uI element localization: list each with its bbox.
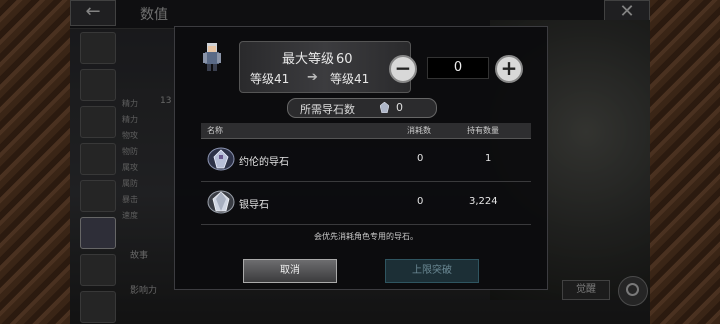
character-stone-icon bbox=[207, 147, 235, 171]
col-owned-header: 持有数量 bbox=[467, 126, 499, 135]
stone-owned: 1 bbox=[485, 153, 492, 164]
stone-name: 银导石 bbox=[239, 200, 269, 211]
silver-stone-icon bbox=[207, 190, 235, 214]
stone-name: 约伦的导石 bbox=[239, 157, 289, 168]
stone-consume: 0 bbox=[417, 196, 424, 207]
required-stones-count: 0 bbox=[396, 101, 403, 114]
table-row: 约伦的导石 0 1 bbox=[201, 139, 531, 182]
col-consume-header: 消耗数 bbox=[407, 126, 431, 135]
limit-break-button[interactable]: 上限突破 bbox=[385, 259, 479, 283]
table-row: 银导石 0 3,224 bbox=[201, 182, 531, 225]
level-panel: 最大等级 60 等级41 ➔ 等级41 bbox=[239, 41, 411, 93]
stone-table: 名称 消耗数 持有数量 约伦的导石 0 1 银导石 0 3,224 会优先消耗角… bbox=[201, 123, 531, 241]
max-level-value: 60 bbox=[336, 52, 353, 67]
plus-button[interactable]: + bbox=[495, 55, 523, 83]
stone-consume: 0 bbox=[417, 153, 424, 164]
max-level-label: 最大等级 bbox=[282, 52, 335, 67]
stone-owned: 3,224 bbox=[469, 196, 498, 207]
character-sprite-icon bbox=[203, 43, 221, 71]
new-level: 等级41 bbox=[330, 72, 370, 86]
quantity-value: 0 bbox=[427, 57, 489, 79]
col-name-header: 名称 bbox=[207, 126, 223, 135]
arrow-right-icon: ➔ bbox=[307, 70, 318, 85]
priority-note: 会优先消耗角色专用的导石。 bbox=[314, 232, 418, 241]
stone-icon bbox=[380, 102, 389, 113]
table-header: 名称 消耗数 持有数量 bbox=[201, 123, 531, 139]
cancel-button[interactable]: 取消 bbox=[243, 259, 337, 283]
required-stones-bar: 所需导石数 0 bbox=[287, 98, 437, 118]
minus-button[interactable]: − bbox=[389, 55, 417, 83]
required-stones-label: 所需导石数 bbox=[300, 103, 355, 116]
current-level: 等级41 bbox=[250, 72, 290, 86]
max-level: 最大等级 60 bbox=[280, 48, 353, 67]
limit-break-dialog: 最大等级 60 等级41 ➔ 等级41 − 0 + 所需导石数 0 名称 消耗数 … bbox=[174, 26, 548, 290]
left-wood-border bbox=[0, 0, 70, 324]
right-wood-border bbox=[650, 0, 720, 324]
